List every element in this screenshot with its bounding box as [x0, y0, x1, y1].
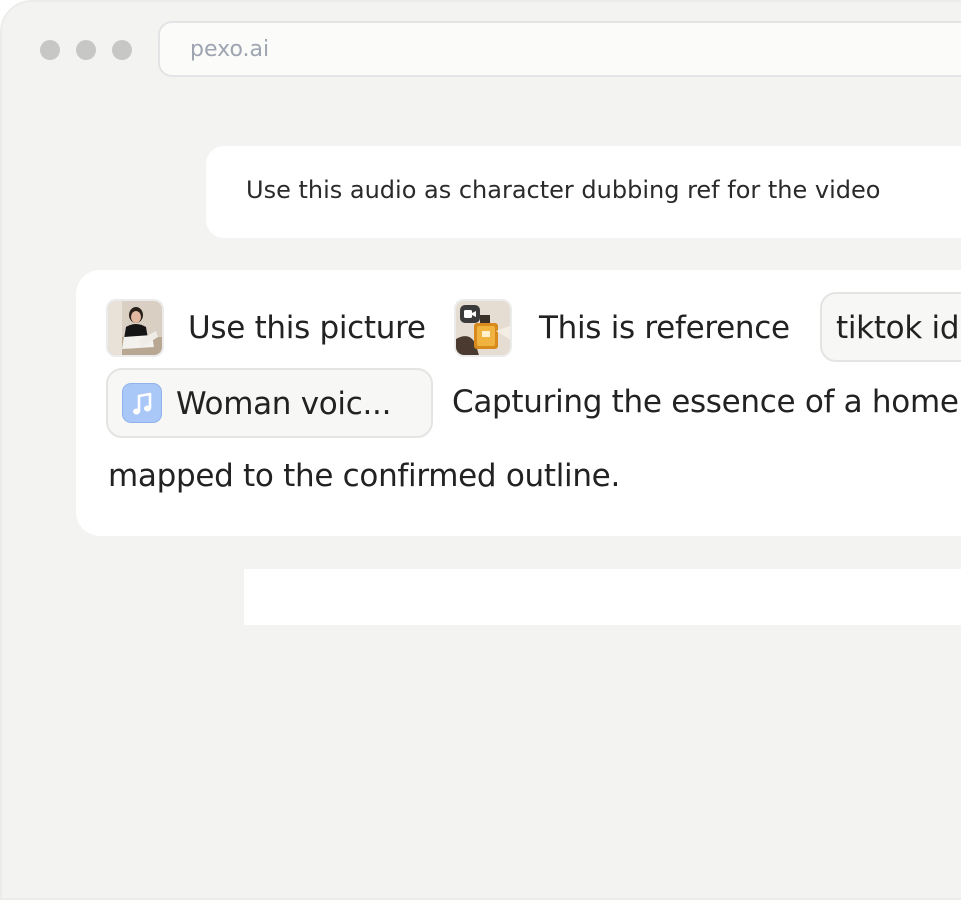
- browser-window: pexo.ai Use this audio as character dubb…: [0, 0, 961, 900]
- url-text: pexo.ai: [190, 37, 270, 62]
- user-message-text: Use this audio as character dubbing ref …: [246, 176, 881, 204]
- prompt-line-3: mapped to the confirmed outline.: [108, 458, 621, 494]
- reference-label: This is reference: [539, 310, 790, 346]
- message-placeholder-box: [244, 569, 961, 625]
- perfume-video-thumbnail[interactable]: [454, 299, 512, 357]
- tiktok-idea-chip[interactable]: tiktok ide: [820, 292, 961, 362]
- window-dot-icon[interactable]: [112, 40, 132, 60]
- window-dot-icon[interactable]: [76, 40, 96, 60]
- voice-chip-label: Woman voic...: [176, 386, 392, 422]
- music-note-icon: [122, 383, 162, 423]
- tiktok-chip-label: tiktok ide: [836, 310, 961, 346]
- picture-label: Use this picture: [188, 310, 426, 346]
- address-bar[interactable]: pexo.ai: [158, 21, 961, 77]
- woman-photo-icon: [108, 301, 162, 355]
- composer-card[interactable]: Use this picture This is reference tikto…: [76, 270, 961, 536]
- woman-photo-thumbnail[interactable]: [106, 299, 164, 357]
- prompt-line-2: Capturing the essence of a home: [452, 384, 959, 420]
- audio-voice-chip[interactable]: Woman voic...: [106, 368, 433, 438]
- user-message-bubble: Use this audio as character dubbing ref …: [206, 146, 961, 238]
- window-dot-icon[interactable]: [40, 40, 60, 60]
- video-camera-icon: [460, 305, 480, 323]
